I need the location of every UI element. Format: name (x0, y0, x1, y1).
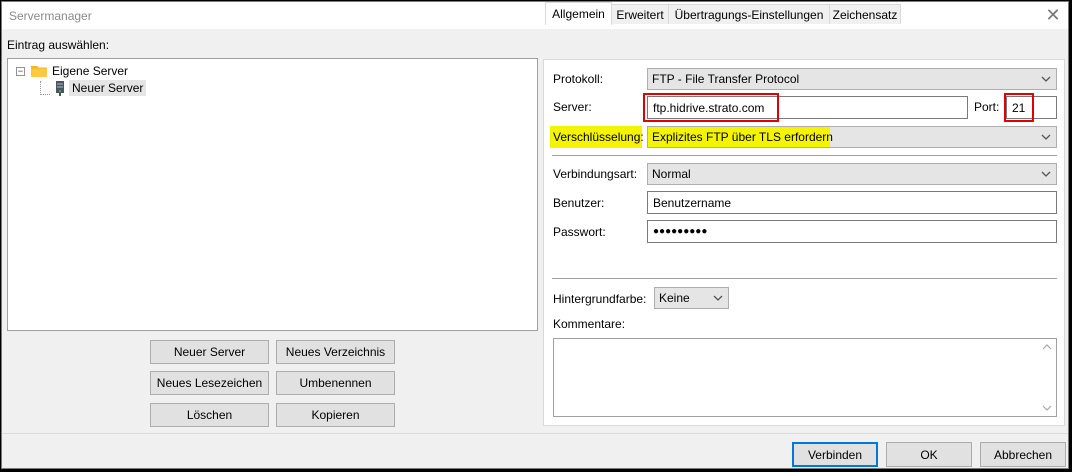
tree-connector (40, 81, 41, 95)
scroll-up-icon[interactable] (1042, 343, 1052, 351)
encryption-label: Verschlüsselung: (553, 130, 644, 144)
tab-allgemein[interactable]: Allgemein (545, 2, 612, 25)
window-title: Servermanager (9, 9, 92, 23)
user-label: Benutzer: (553, 196, 605, 210)
server-icon (56, 81, 64, 96)
encryption-value: Explizites FTP über TLS erfordern (652, 130, 833, 144)
user-input[interactable]: Benutzername (647, 191, 1057, 214)
conn-type-value: Normal (652, 167, 691, 181)
titlebar: Servermanager ✕ (2, 2, 1068, 30)
chevron-down-icon (1041, 134, 1051, 140)
separator (552, 278, 1057, 279)
scroll-down-icon[interactable] (1042, 404, 1052, 412)
port-annotation-box (1004, 93, 1034, 122)
conn-type-select[interactable]: Normal (647, 163, 1057, 185)
server-manager-window: Servermanager ✕ Eintrag auswählen: − Eig… (1, 1, 1069, 469)
footer-separator (2, 433, 1068, 434)
chevron-down-icon (713, 295, 723, 301)
close-icon[interactable]: ✕ (1044, 6, 1062, 24)
conn-type-label: Verbindungsart: (553, 167, 638, 181)
connect-button[interactable]: Verbinden (792, 442, 878, 467)
encryption-select[interactable]: Explizites FTP über TLS erfordern (647, 126, 1057, 148)
delete-button[interactable]: Löschen (150, 403, 269, 427)
protocol-select[interactable]: FTP - File Transfer Protocol (647, 68, 1057, 90)
select-entry-label: Eintrag auswählen: (7, 38, 110, 52)
collapse-icon[interactable]: − (16, 67, 25, 76)
chevron-down-icon (1041, 171, 1051, 177)
password-label: Passwort: (553, 225, 606, 239)
new-folder-button[interactable]: Neues Verzeichnis (276, 340, 395, 364)
protocol-label: Protokoll: (553, 72, 604, 86)
tab-zeichensatz[interactable]: Zeichensatz (829, 4, 901, 24)
cancel-button[interactable]: Abbrechen (980, 442, 1066, 467)
server-tree[interactable]: − Eigene Server Neuer Server (7, 58, 538, 331)
new-bookmark-button[interactable]: Neues Lesezeichen (150, 371, 269, 395)
server-label: Server: (553, 100, 592, 114)
bg-color-label: Hintergrundfarbe: (553, 292, 647, 306)
bg-color-value: Keine (659, 291, 690, 305)
comments-label: Kommentare: (553, 317, 626, 331)
user-value: Benutzername (653, 195, 732, 210)
password-input[interactable]: ●●●●●●●●● (647, 220, 1057, 243)
copy-button[interactable]: Kopieren (276, 403, 395, 427)
folder-icon (31, 66, 47, 77)
port-label: Port: (974, 100, 1000, 114)
comments-scrollbar[interactable] (1039, 339, 1056, 416)
comments-textarea[interactable] (553, 338, 1057, 417)
tab-uebertragungs-einstellungen[interactable]: Übertragungs-Einstellungen (668, 4, 830, 24)
tree-connector (40, 94, 50, 95)
tree-item-neuer-server[interactable]: Neuer Server (69, 80, 147, 96)
protocol-value: FTP - File Transfer Protocol (652, 72, 800, 86)
new-server-button[interactable]: Neuer Server (150, 340, 269, 364)
chevron-down-icon (1041, 76, 1051, 82)
bg-color-select[interactable]: Keine (654, 287, 729, 309)
tree-item-eigene-server[interactable]: Eigene Server (52, 64, 128, 78)
server-annotation-box (643, 93, 779, 122)
password-value: ●●●●●●●●● (653, 226, 708, 237)
rename-button[interactable]: Umbenennen (276, 371, 395, 395)
tab-erweitert[interactable]: Erweitert (611, 4, 669, 24)
separator (552, 155, 1057, 156)
ok-button[interactable]: OK (886, 442, 972, 467)
